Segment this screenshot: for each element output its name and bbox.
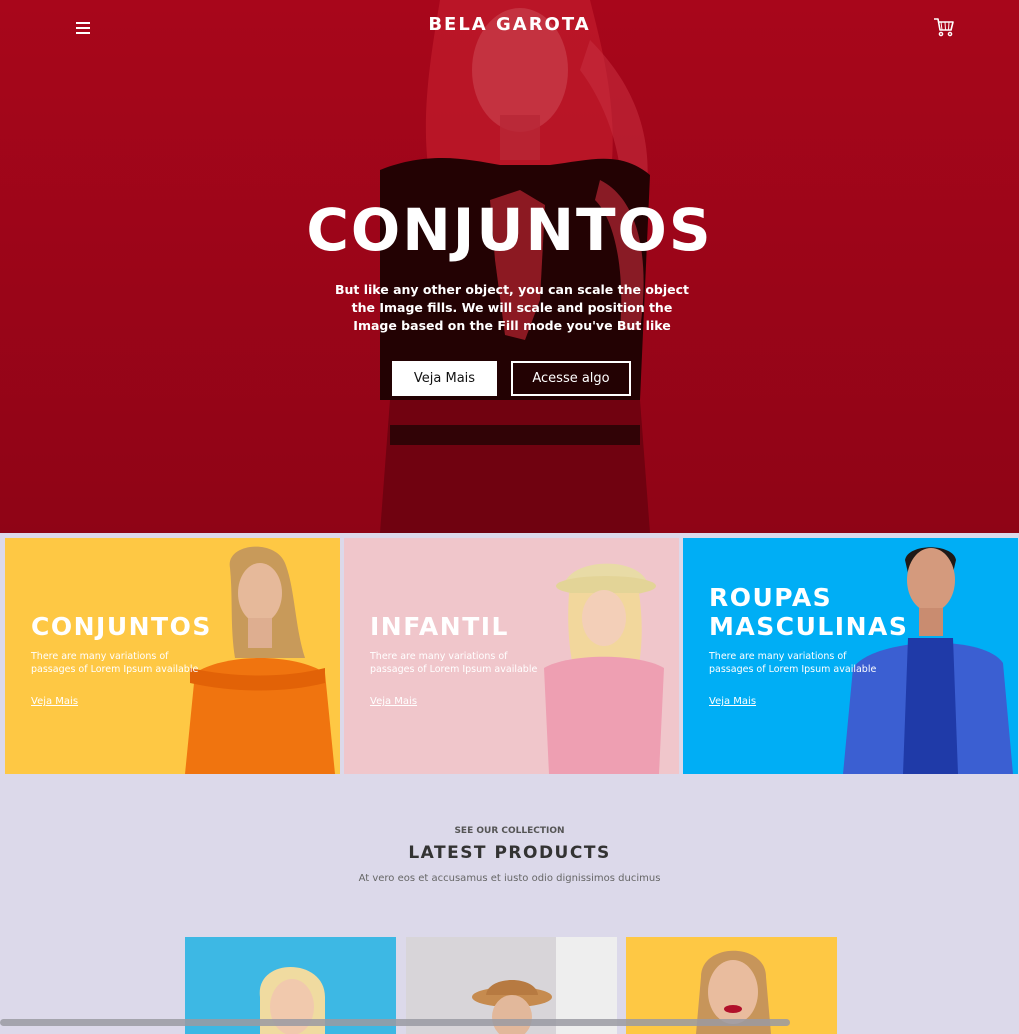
collection-title: LATEST PRODUCTS [408,843,611,863]
hero-title: CONJUNTOS [306,196,713,264]
category-card-infantil[interactable]: INFANTIL There are many variations of pa… [344,538,679,774]
hero-model-image [0,0,1019,533]
collection-subtitle: At vero eos et accusamus et iusto odio d… [358,873,661,884]
category-card-roupas-masculinas[interactable]: ROUPAS MASCULINAS There are many variati… [683,538,1018,774]
category-title: INFANTIL [370,612,509,641]
category-card-conjuntos[interactable]: CONJUNTOS There are many variations of p… [5,538,340,774]
hero-secondary-button[interactable]: Acesse algo [511,361,631,396]
category-description: There are many variations of passages of… [709,651,877,675]
horizontal-scrollbar[interactable] [0,1019,790,1026]
category-link[interactable]: Veja Mais [31,696,78,707]
hero-description: But like any other object, you can scale… [334,282,690,333]
category-link[interactable]: Veja Mais [709,696,756,707]
category-description: There are many variations of passages of… [370,651,538,675]
collection-eyebrow: SEE OUR COLLECTION [454,826,565,836]
category-description: There are many variations of passages of… [31,651,199,675]
shopping-cart-icon[interactable] [932,16,956,38]
hero-primary-button[interactable]: Veja Mais [392,361,497,396]
brand-logo[interactable]: BELA GAROTA [0,14,1019,35]
category-title: ROUPAS MASCULINAS [709,583,909,641]
hero-banner: BELA GAROTA CONJUNTOS But like any other… [0,0,1019,533]
category-link[interactable]: Veja Mais [370,696,417,707]
category-title: CONJUNTOS [31,612,212,641]
